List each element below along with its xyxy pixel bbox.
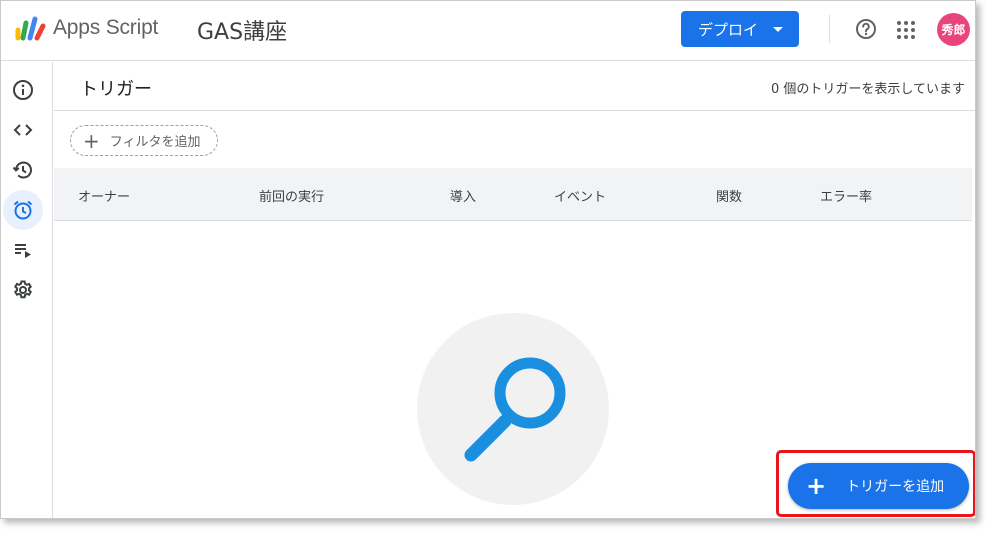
search-icon <box>464 357 566 462</box>
header-divider <box>829 15 830 43</box>
project-title[interactable]: GAS講座 <box>197 14 287 46</box>
triggers-table-header: オーナー 前回の実行 導入 イベント 関数 エラー率 <box>54 168 972 221</box>
chevron-down-icon <box>773 27 783 32</box>
rail-item-triggers[interactable] <box>3 190 43 230</box>
avatar[interactable]: 秀郎 <box>937 13 970 46</box>
top-bar: Apps Script GAS講座 デプロイ 秀郎 <box>1 1 975 61</box>
info-icon <box>13 80 33 100</box>
page-title-bar: トリガー 0 個のトリガーを表示しています <box>54 62 975 111</box>
trigger-count-text: 0 個のトリガーを表示しています <box>770 82 965 97</box>
alarm-icon <box>13 200 33 220</box>
gear-icon <box>14 280 32 299</box>
column-header-owner[interactable]: オーナー <box>78 186 130 205</box>
add-trigger-label: トリガーを追加 <box>846 479 945 495</box>
help-icon[interactable] <box>855 18 877 40</box>
column-header-error-rate[interactable]: エラー率 <box>820 186 872 205</box>
apps-script-window: Apps Script GAS講座 デプロイ 秀郎 トリガー 0 個のトリガーを… <box>0 0 976 519</box>
playlist-play-icon <box>15 244 31 258</box>
deploy-button[interactable]: デプロイ <box>681 11 799 47</box>
app-name[interactable]: Apps Script <box>53 16 158 40</box>
add-filter-label: フィルタを追加 <box>109 135 201 150</box>
rail-item-settings[interactable] <box>3 270 43 310</box>
plus-icon: + <box>806 472 827 500</box>
rail-item-overview[interactable] <box>3 70 43 110</box>
column-header-function[interactable]: 関数 <box>716 186 742 205</box>
deploy-button-label: デプロイ <box>698 20 759 39</box>
column-header-event[interactable]: イベント <box>554 186 606 205</box>
plus-icon: + <box>83 128 100 153</box>
column-header-deployment[interactable]: 導入 <box>450 186 476 205</box>
column-header-last-run[interactable]: 前回の実行 <box>259 186 324 205</box>
page-title: トリガー <box>80 79 152 100</box>
add-filter-button[interactable]: + フィルタを追加 <box>70 125 218 156</box>
rail-item-executions[interactable] <box>3 230 43 270</box>
triggers-panel: トリガー 0 個のトリガーを表示しています + フィルタを追加 オーナー 前回の… <box>54 62 975 518</box>
apps-script-logo[interactable] <box>13 14 47 42</box>
code-icon <box>13 124 33 136</box>
empty-state-illustration <box>417 313 609 505</box>
rail-item-editor[interactable] <box>3 110 43 150</box>
google-apps-icon[interactable] <box>896 20 916 40</box>
left-nav-rail <box>1 62 53 518</box>
add-trigger-button[interactable]: + トリガーを追加 <box>788 463 969 509</box>
rail-item-history[interactable] <box>3 150 43 190</box>
history-icon <box>12 161 32 179</box>
